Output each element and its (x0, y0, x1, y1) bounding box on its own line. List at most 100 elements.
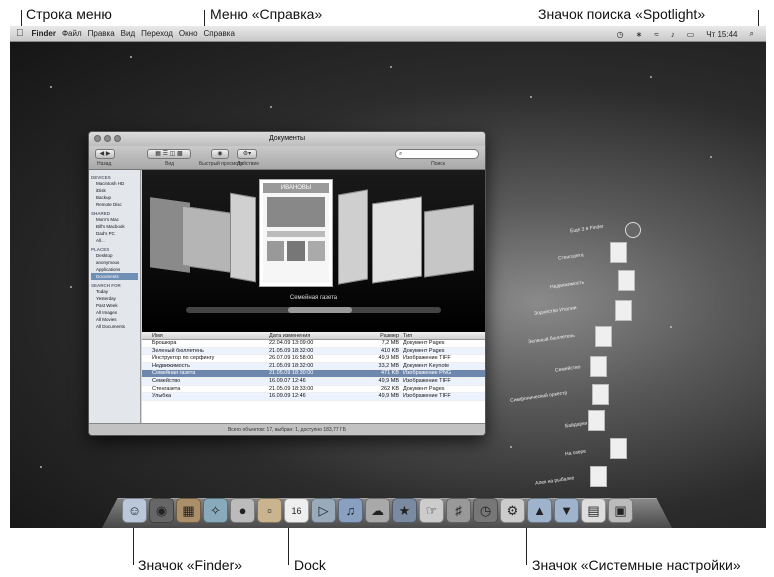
stack-item-thumbnail[interactable] (592, 384, 609, 405)
stack-item-thumbnail[interactable] (610, 242, 627, 263)
system-preferences-icon[interactable]: ⚙ (500, 498, 525, 523)
sidebar-item[interactable]: Past Week (91, 302, 138, 309)
table-row[interactable]: Недвижимость 21.05.09 18:32:00 33,2 MB Доку… (142, 362, 485, 371)
quicklook-button[interactable]: ◉ (211, 149, 229, 159)
stack-item-label[interactable]: Алек на рыбалке (535, 475, 575, 486)
coverflow-view[interactable]: ИВАНОВЫ Семейная газета (142, 170, 485, 332)
sidebar-item[interactable]: Yesterday (91, 295, 138, 302)
coverflow-doc[interactable] (372, 196, 422, 284)
volume-icon[interactable]: ♪ (671, 30, 675, 39)
column-date[interactable]: Дата изменения (269, 332, 363, 339)
menu-finder[interactable]: Finder (32, 29, 56, 38)
action-button[interactable]: ⚙▾ (237, 149, 257, 159)
column-kind[interactable]: Тип (403, 332, 485, 339)
sidebar-item[interactable]: Remote Disc (91, 201, 138, 208)
view-mode-buttons[interactable]: ▦ ☰ ◫ ▩ (147, 149, 191, 159)
stack-item-label[interactable]: Недвижимость (550, 280, 585, 291)
table-row[interactable]: Инструктор по серфингу 26.07.09 16:58:00 4… (142, 355, 485, 363)
stack-item-thumbnail[interactable] (610, 438, 627, 459)
coverflow-scrollbar[interactable] (186, 307, 441, 313)
sidebar-item[interactable]: Dad's PC (91, 230, 138, 237)
spotlight-search-icon[interactable]: ⌕ (750, 29, 754, 39)
apple-menu-icon[interactable]:  (16, 28, 24, 39)
sidebar-item[interactable]: Applications (91, 266, 138, 273)
folder-icon[interactable]: ▲ (527, 498, 552, 523)
downloads-icon[interactable]: ▼ (554, 498, 579, 523)
stack-item-label[interactable]: Зодчество Италии (534, 305, 577, 317)
table-row[interactable]: Улыбка 16.09.09 12:46 49,9 MB Изображение T… (142, 393, 485, 401)
itunes-icon[interactable]: ♫ (338, 498, 363, 523)
stack-item-thumbnail[interactable] (590, 466, 607, 487)
sidebar-item[interactable]: Backup (91, 194, 138, 201)
stack-item-thumbnail[interactable] (590, 356, 607, 377)
ical-icon[interactable]: 16 (284, 498, 309, 523)
column-size[interactable]: Размер (363, 332, 403, 339)
ichat-icon[interactable]: ● (230, 498, 255, 523)
sidebar-item[interactable]: All Movies (91, 316, 138, 323)
photo-icon[interactable]: ▦ (176, 498, 201, 523)
stack-item-label[interactable]: Байдарки (565, 420, 588, 429)
stack-item-thumbnail[interactable] (615, 300, 632, 321)
stack-item-thumbnail[interactable] (618, 270, 635, 291)
sidebar-item[interactable]: Today (91, 288, 138, 295)
battery-icon[interactable]: ▭ (687, 30, 695, 39)
sidebar-item[interactable]: Bill's Macbook (91, 223, 138, 230)
stack-item-label[interactable]: Зеленый бюллетень (528, 333, 576, 346)
coverflow-doc[interactable] (424, 204, 474, 278)
zoom-icon[interactable] (114, 135, 121, 142)
table-row[interactable]: Зеленый бюллетень 21.05.09 18:32:00 410 KB… (142, 347, 485, 356)
stack-item-label[interactable]: На озере (565, 449, 587, 458)
search-input[interactable]: ⌕ (395, 149, 479, 159)
menu-help[interactable]: Справка (204, 29, 235, 38)
trash-icon[interactable]: ▣ (608, 498, 633, 523)
sidebar-item[interactable]: anonymous (91, 259, 138, 266)
table-row[interactable]: Стенгазета 21.05.09 18:33:00 262 KB Докумен… (142, 386, 485, 394)
imovie-icon[interactable]: ★ (392, 498, 417, 523)
menu-file[interactable]: Файл (62, 29, 82, 38)
finder-titlebar[interactable]: Документы (89, 132, 485, 146)
sidebar-item[interactable]: Mom's Mac (91, 216, 138, 223)
stack-item-thumbnail[interactable] (588, 410, 605, 431)
iweb-icon[interactable]: ☞ (419, 498, 444, 523)
menu-go[interactable]: Переход (141, 29, 173, 38)
column-name[interactable]: Имя (142, 332, 269, 339)
menu-edit[interactable]: Правка (88, 29, 115, 38)
sidebar-item[interactable]: All Documents (91, 323, 138, 330)
stack-item-label[interactable]: Стенгазета (558, 252, 584, 262)
iphoto-icon[interactable]: ☁ (365, 498, 390, 523)
clock[interactable]: Чт 15:44 (706, 30, 737, 39)
close-icon[interactable] (94, 135, 101, 142)
coverflow-doc[interactable] (230, 192, 256, 283)
finder-icon[interactable]: ☺ (122, 498, 147, 523)
back-forward-button[interactable]: ◀ ▶ (95, 149, 115, 159)
coverflow-doc[interactable] (338, 189, 368, 285)
time-machine-status-icon[interactable]: ◷ (617, 30, 624, 39)
sidebar-item[interactable]: Desktop (91, 252, 138, 259)
dashboard-icon[interactable]: ◉ (149, 498, 174, 523)
menu-view[interactable]: Вид (121, 29, 135, 38)
stack-item-thumbnail[interactable] (595, 326, 612, 347)
wifi-icon[interactable]: ≈ (654, 30, 658, 39)
table-row[interactable]: Семейство 16.09.07 12:46 49,9 MB Изображени… (142, 377, 485, 386)
minimize-icon[interactable] (104, 135, 111, 142)
sidebar-item[interactable]: Documents (91, 273, 138, 280)
safari-icon[interactable]: ✧ (203, 498, 228, 523)
stack-item-label[interactable]: Семейство (555, 364, 581, 374)
address-book-icon[interactable]: ▫ (257, 498, 282, 523)
menu-window[interactable]: Окно (179, 29, 198, 38)
sidebar-item[interactable]: All Images (91, 309, 138, 316)
stack-item-label[interactable]: Симфонический оркестр (510, 390, 568, 404)
table-row[interactable]: Брошюра 22.04.09 13:09:00 7,2 MB Документ P… (142, 340, 485, 348)
preview-icon[interactable]: ▷ (311, 498, 336, 523)
garageband-icon[interactable]: ♯ (446, 498, 471, 523)
table-row[interactable]: Семейная газета 21.05.09 18:30:00 471 KB Из… (142, 370, 485, 378)
documents-stack-icon[interactable]: ▤ (581, 498, 606, 523)
sidebar-item[interactable]: All... (91, 237, 138, 244)
time-machine-icon[interactable]: ◷ (473, 498, 498, 523)
stack-item-label[interactable]: Еще 3 в Finder (570, 224, 604, 235)
sidebar-item[interactable]: Macintosh HD (91, 180, 138, 187)
stack-item-thumbnail[interactable] (625, 222, 641, 238)
bluetooth-icon[interactable]: ∗ (636, 30, 643, 39)
coverflow-selected-doc[interactable]: ИВАНОВЫ (260, 180, 332, 286)
sidebar-item[interactable]: iDisk (91, 187, 138, 194)
